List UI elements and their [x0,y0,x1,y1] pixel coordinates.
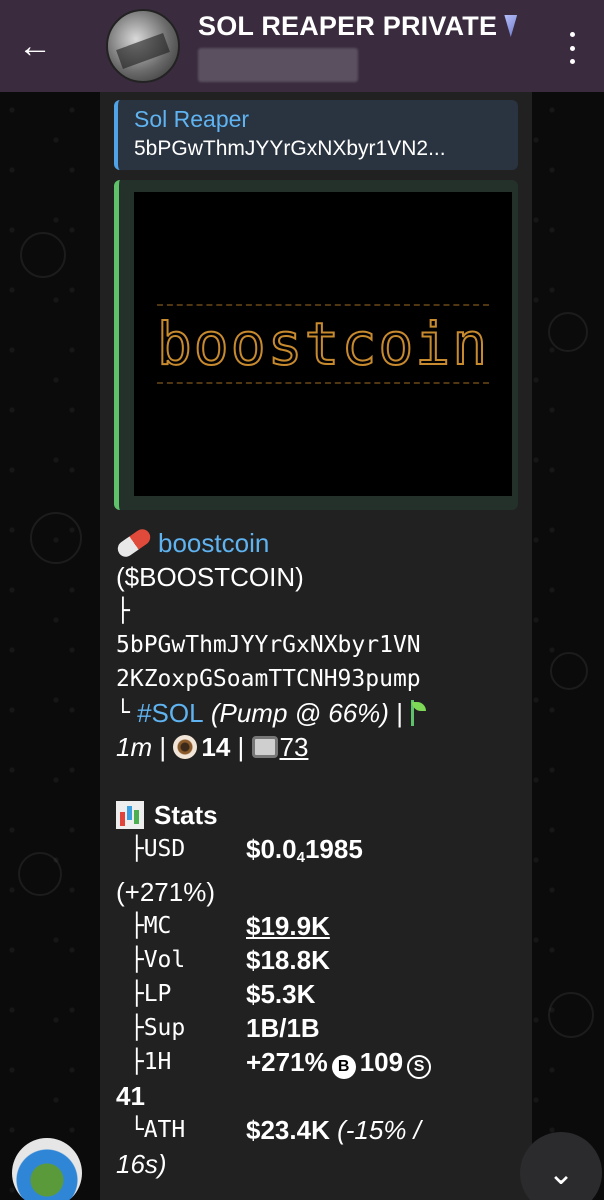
token-name-line: boostcoin [114,526,526,560]
stats-heading: Stats [116,798,526,832]
usd-change: (+271%) [116,877,215,907]
stat-vol: ├Vol $18.8K [116,945,330,975]
tree-branch: ├ [116,598,130,624]
tv-icon [251,736,278,758]
pump-info: (Pump @ 66%) [210,698,389,728]
stat-usd: ├USD $0.041985 [116,834,363,866]
chat-header: ← SOL REAPER PRIVATE [0,0,604,92]
address-line-1[interactable]: 5bPGwThmJYYrGxNXbyr1VN [116,628,526,662]
arrow-left-icon: ← [18,26,52,65]
chat-subtitle-redacted [198,47,358,82]
chain-hashtag[interactable]: #SOL [137,696,204,730]
stat-ath: └ATH $23.4K (-15% / [116,1115,421,1145]
bar-chart-icon [116,801,144,829]
mc-link[interactable]: $19.9K [246,909,330,943]
chat-avatar[interactable] [106,9,180,83]
gem-icon [504,15,518,37]
link-preview[interactable]: boostcoin [114,180,518,510]
sprout-icon [410,700,433,726]
activity-line: 1m | 14 | 73 [116,730,309,764]
message-text: boostcoin ($BOOSTCOIN) ├ 5bPGwThmJYYrGxN… [114,526,526,1181]
tv-count-link[interactable]: 73 [280,730,309,764]
chat-header-text[interactable]: SOL REAPER PRIVATE [198,11,518,82]
token-name-link[interactable]: boostcoin [158,526,269,560]
address-line-2[interactable]: 2KZoxpGSoamTTCNH93pump [116,662,526,696]
ath-time: 16s) [116,1149,167,1179]
age: 1m [116,732,153,762]
stat-mc: ├MC $19.9K [116,909,330,943]
eye-icon [173,735,198,759]
stat-lp: ├LP $5.3K [116,979,316,1009]
preview-image[interactable]: boostcoin [134,192,512,496]
reply-preview[interactable]: Sol Reaper 5bPGwThmJYYrGxNXbyr1VN2... [114,100,518,170]
more-options-button[interactable] [562,28,582,68]
token-logo-text: boostcoin [156,304,490,384]
tree-end: └ [116,700,130,726]
sells-count: 41 [116,1081,145,1111]
reply-author: Sol Reaper [134,106,250,132]
ticker: ($BOOSTCOIN) [116,562,304,592]
chat-title: SOL REAPER PRIVATE [198,11,518,42]
sells-icon: S [407,1055,432,1079]
stat-1h: ├1H +271% B 109 S [116,1045,526,1079]
buys-icon: B [331,1055,356,1079]
views-count: 14 [201,732,231,762]
chain-line: └ #SOL (Pump @ 66%) | [116,696,526,730]
message-bubble: Sol Reaper 5bPGwThmJYYrGxNXbyr1VN2... bo… [100,92,532,1200]
stat-sup: ├Sup 1B/1B [116,1013,320,1043]
chevron-down-icon: ⌄ [547,1155,575,1191]
sender-avatar[interactable] [12,1138,82,1200]
pill-icon [114,526,154,560]
back-button[interactable]: ← [0,0,70,92]
reply-text: 5bPGwThmJYYrGxNXbyr1VN2... [134,137,446,160]
